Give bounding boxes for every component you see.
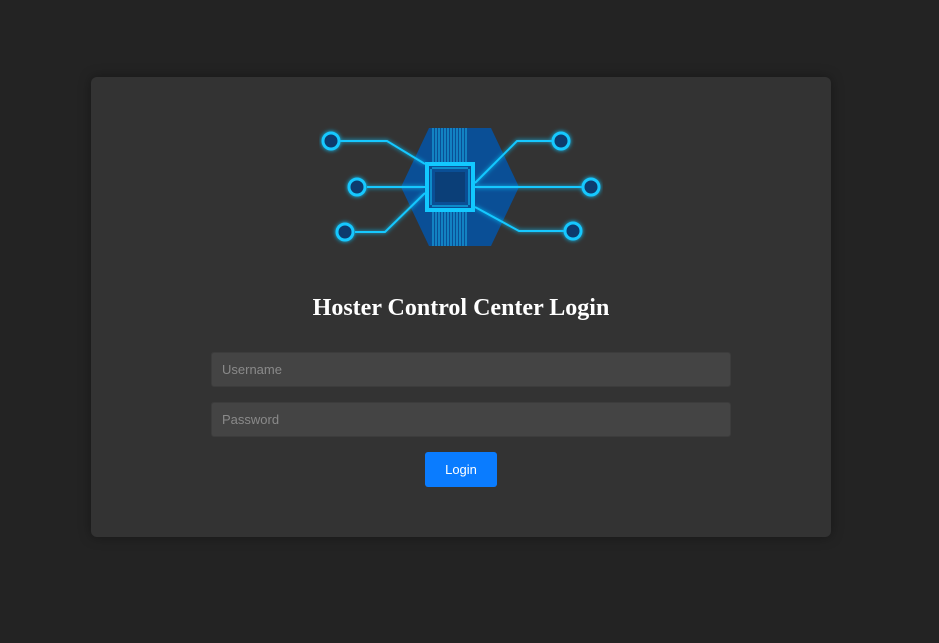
username-input[interactable] — [211, 352, 731, 387]
login-card: Hoster Control Center Login Login — [91, 77, 831, 537]
page-title: Hoster Control Center Login — [312, 295, 610, 321]
password-input[interactable] — [211, 402, 731, 437]
circuit-chip-icon — [321, 128, 601, 246]
login-button[interactable]: Login — [425, 452, 497, 487]
